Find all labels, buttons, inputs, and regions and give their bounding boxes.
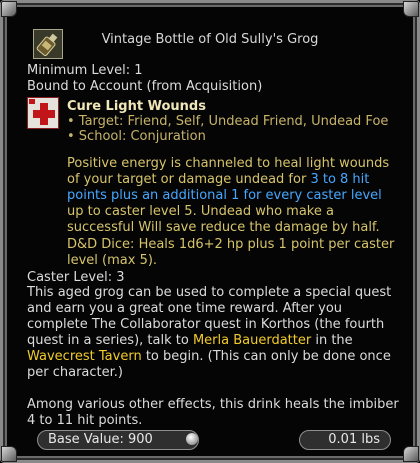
footer-bar: Base Value: 900 0.01 lbs: [3, 420, 417, 460]
location-highlight: Wavecrest Tavern: [27, 349, 142, 364]
frame-corner-top-left: [1, 1, 17, 17]
binding-info: Bound to Account (from Acquisition): [27, 79, 263, 94]
item-tooltip: Vintage Bottle of Old Sully's Grog Minim…: [0, 0, 420, 463]
item-title: Vintage Bottle of Old Sully's Grog: [101, 32, 319, 47]
caster-level: Caster Level: 3: [27, 270, 125, 285]
spell-description: Positive energy is channeled to heal lig…: [67, 156, 397, 236]
minimum-level: Minimum Level: 1: [27, 63, 143, 78]
spell-school: • School: Conjuration: [67, 129, 206, 144]
weight-field: 0.01 lbs: [299, 430, 391, 450]
frame-corner-top-right: [403, 1, 419, 17]
description-text-mid: in the: [311, 333, 353, 348]
item-description: This aged grog can be used to complete a…: [27, 285, 401, 381]
spell-dice: D&D Dice: Heals 1d6+2 hp plus 1 point pe…: [67, 237, 395, 268]
npc-name-highlight: Merla Bauerdatter: [192, 333, 312, 348]
spell-target: • Target: Friend, Self, Undead Friend, U…: [67, 114, 389, 129]
spell-name: Cure Light Wounds: [67, 99, 206, 114]
base-value-field: Base Value: 900: [37, 430, 199, 450]
base-value: Base Value: 900: [48, 432, 153, 447]
spell-description-text-end: up to caster level 5. Undead who make a …: [67, 204, 380, 235]
cure-light-wounds-icon: [27, 97, 59, 129]
item-weight: 0.01 lbs: [328, 432, 380, 447]
platinum-coin-icon: [186, 433, 198, 445]
